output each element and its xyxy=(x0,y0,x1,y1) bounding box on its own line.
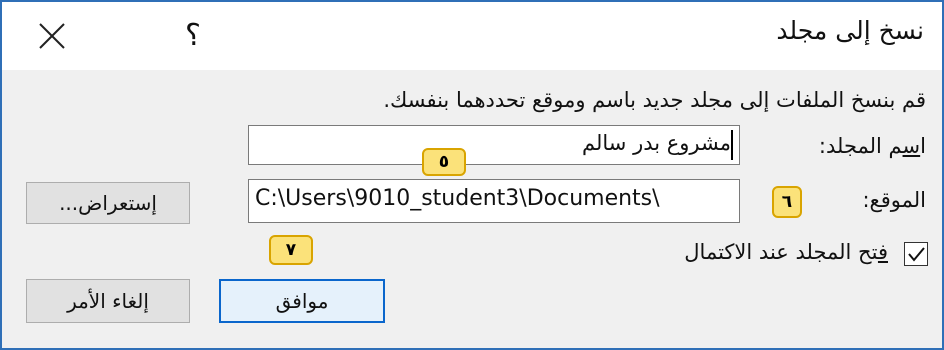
folder-name-input[interactable]: مشروع بدر سالم xyxy=(248,125,740,165)
checkmark-icon xyxy=(908,247,925,262)
folder-name-label: اسم المجلد: xyxy=(818,134,926,158)
location-value: C:\Users\9010_student3\Documents\ xyxy=(255,186,660,211)
location-label: الموقع: xyxy=(862,188,926,212)
close-button[interactable] xyxy=(30,14,74,58)
description-text: قم بنسخ الملفات إلى مجلد جديد باسم وموقع… xyxy=(383,88,926,112)
close-icon xyxy=(39,23,65,49)
callout-badge-6: ٦ xyxy=(772,186,802,218)
text-caret xyxy=(731,130,733,160)
copy-to-folder-dialog: ؟ نسخ إلى مجلد قم بنسخ الملفات إلى مجلد … xyxy=(0,0,944,350)
open-on-complete-label: فتح المجلد عند الاكتمال xyxy=(684,240,888,264)
browse-button[interactable]: إ ستعراض... xyxy=(26,182,190,224)
ok-button[interactable]: موافق xyxy=(219,279,385,323)
dialog-title: نسخ إلى مجلد xyxy=(776,16,924,45)
location-input[interactable]: C:\Users\9010_student3\Documents\ xyxy=(248,179,740,223)
callout-badge-5: ٥ xyxy=(422,148,466,176)
title-bar: ؟ نسخ إلى مجلد xyxy=(2,2,942,70)
cancel-button[interactable]: إلغاء الأمر xyxy=(26,279,190,323)
help-button[interactable]: ؟ xyxy=(178,16,208,56)
callout-badge-7: ٧ xyxy=(269,235,313,265)
open-on-complete-checkbox[interactable] xyxy=(904,242,928,266)
folder-name-value: مشروع بدر سالم xyxy=(582,131,731,155)
